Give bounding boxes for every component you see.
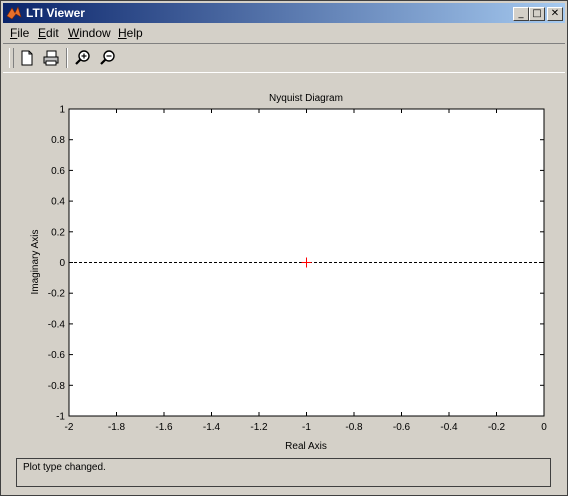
x-axis-label: Real Axis	[285, 441, 327, 452]
status-bar: Plot type changed.	[16, 458, 551, 487]
x-tick-label: -0.6	[393, 422, 411, 433]
x-tick-label: -1.8	[108, 422, 126, 433]
y-tick-label: 0.6	[51, 166, 65, 177]
x-tick-label: 0	[541, 422, 547, 433]
nyquist-chart: -2 -1.8 -1.6 -1.4 -1.2 -1 -0.8 -0.6 -0.4 -0.2 0 -1 -…	[30, 93, 547, 452]
x-tick-label: -1.2	[250, 422, 268, 433]
y-tick-label: -1	[56, 412, 65, 423]
y-tick-label: 1	[59, 105, 65, 116]
status-message: Plot type changed.	[23, 462, 106, 473]
y-tick-label: -0.2	[48, 289, 66, 300]
y-tick-label: 0	[59, 258, 65, 269]
x-tick-label: -1	[302, 422, 311, 433]
x-tick-label: -0.8	[345, 422, 363, 433]
x-tick-label: -0.4	[440, 422, 458, 433]
chart-title: Nyquist Diagram	[269, 93, 343, 104]
y-tick-label: -0.6	[48, 350, 66, 361]
y-axis-label: Imaginary Axis	[30, 229, 41, 294]
y-tick-label: -0.4	[48, 319, 66, 330]
x-tick-label: -1.6	[155, 422, 173, 433]
y-tick-label: 0.4	[51, 197, 65, 208]
x-tick-label: -1.4	[203, 422, 221, 433]
y-tick-label: -0.8	[48, 381, 66, 392]
x-tick-label: -0.2	[488, 422, 506, 433]
y-tick-label: 0.8	[51, 135, 65, 146]
x-tick-label: -2	[65, 422, 74, 433]
y-tick-label: 0.2	[51, 227, 65, 238]
